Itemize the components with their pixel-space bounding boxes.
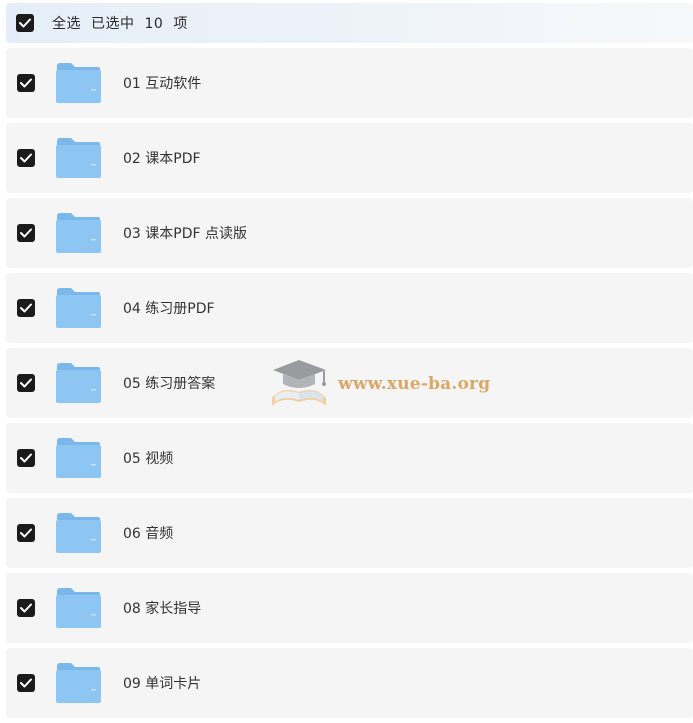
- folder-icon: [56, 213, 101, 253]
- item-checkbox[interactable]: [17, 674, 35, 692]
- list-item[interactable]: 04 练习册PDF: [6, 273, 693, 343]
- checkmark-icon: [20, 153, 32, 163]
- folder-icon: [56, 588, 101, 628]
- checkmark-icon: [20, 603, 32, 613]
- item-checkbox[interactable]: [17, 599, 35, 617]
- list-item[interactable]: 09 单词卡片: [6, 648, 693, 718]
- list-item[interactable]: 05 视频: [6, 423, 693, 493]
- item-label: 09 单词卡片: [123, 676, 202, 692]
- checkmark-icon: [20, 78, 32, 88]
- item-checkbox[interactable]: [17, 299, 35, 317]
- list-item[interactable]: 03 课本PDF 点读版: [6, 198, 693, 268]
- checkmark-icon: [20, 378, 32, 388]
- item-checkbox[interactable]: [17, 224, 35, 242]
- checkmark-icon: [20, 453, 32, 463]
- item-label: 03 课本PDF 点读版: [123, 226, 247, 242]
- item-label: 01 互动软件: [123, 76, 202, 92]
- list-item[interactable]: 06 音频: [6, 498, 693, 568]
- select-all-label[interactable]: 全选: [52, 16, 81, 32]
- selection-summary: 全选 已选中 10 项: [52, 13, 198, 33]
- item-checkbox[interactable]: [17, 524, 35, 542]
- folder-icon: [56, 288, 101, 328]
- folder-icon: [56, 438, 101, 478]
- checkmark-icon: [20, 678, 32, 688]
- select-all-checkbox[interactable]: [16, 14, 34, 32]
- item-checkbox[interactable]: [17, 149, 35, 167]
- item-label: 06 音频: [123, 526, 174, 542]
- item-label: 04 练习册PDF: [123, 301, 215, 317]
- selected-prefix: 已选中: [91, 16, 135, 32]
- item-label: 02 课本PDF: [123, 151, 201, 167]
- item-label: 05 练习册答案: [123, 376, 216, 392]
- item-checkbox[interactable]: [17, 449, 35, 467]
- folder-icon: [56, 138, 101, 178]
- list-item[interactable]: 05 练习册答案: [6, 348, 693, 418]
- folder-icon: [56, 363, 101, 403]
- item-checkbox[interactable]: [17, 374, 35, 392]
- item-label: 08 家长指导: [123, 601, 202, 617]
- folder-icon: [56, 513, 101, 553]
- list-item[interactable]: 08 家长指导: [6, 573, 693, 643]
- list-item[interactable]: 02 课本PDF: [6, 123, 693, 193]
- list-item[interactable]: 01 互动软件: [6, 48, 693, 118]
- checkmark-icon: [20, 528, 32, 538]
- folder-icon: [56, 63, 101, 103]
- checkmark-icon: [19, 18, 31, 28]
- select-all-bar: 全选 已选中 10 项: [6, 3, 693, 43]
- file-list: 01 互动软件 02 课本PDF 03 课本PDF 点读版 04 练习册PDF …: [6, 48, 693, 723]
- checkmark-icon: [20, 228, 32, 238]
- selected-suffix: 项: [173, 16, 188, 32]
- selected-count: 10: [144, 16, 164, 32]
- item-checkbox[interactable]: [17, 74, 35, 92]
- item-label: 05 视频: [123, 451, 174, 467]
- checkmark-icon: [20, 303, 32, 313]
- folder-icon: [56, 663, 101, 703]
